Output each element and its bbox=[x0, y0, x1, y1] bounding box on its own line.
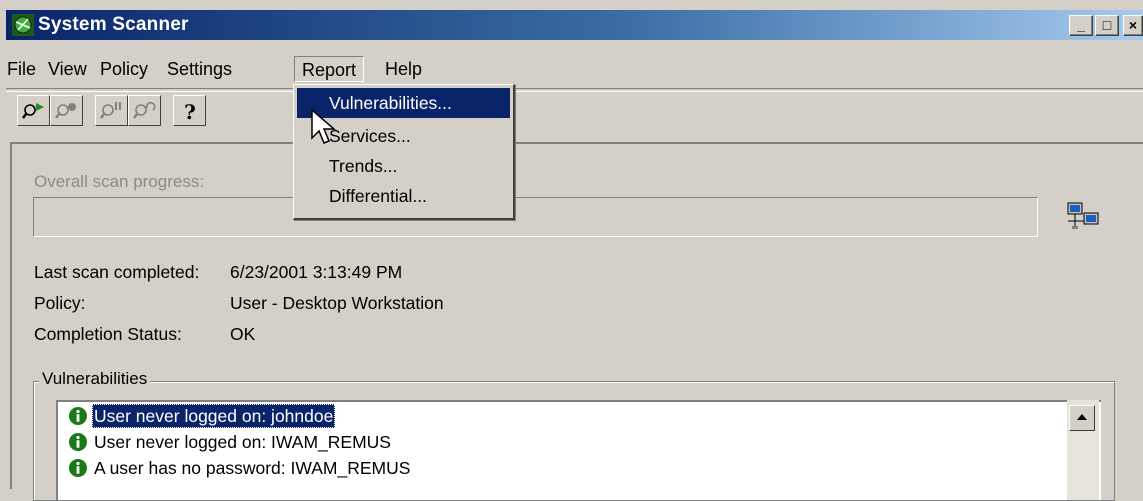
network-icon[interactable] bbox=[1066, 199, 1100, 233]
scan-stop-icon bbox=[55, 103, 76, 119]
pause-scan-button[interactable] bbox=[95, 95, 128, 126]
window-title: System Scanner bbox=[38, 14, 189, 35]
scan-progress-bar bbox=[33, 197, 1038, 237]
vulnerabilities-group-title: Vulnerabilities bbox=[39, 369, 151, 389]
list-item-text: A user has no password: IWAM_REMUS bbox=[94, 458, 411, 478]
scroll-up-button[interactable] bbox=[1069, 405, 1095, 431]
help-icon: ? bbox=[184, 100, 196, 122]
minimize-button[interactable]: _ bbox=[1069, 15, 1093, 36]
last-scan-value: 6/23/2001 3:13:49 PM bbox=[230, 262, 403, 282]
menu-settings[interactable]: Settings bbox=[160, 56, 239, 82]
info-icon bbox=[69, 433, 87, 451]
info-icon bbox=[69, 459, 87, 477]
completion-status-label: Completion Status: bbox=[34, 324, 182, 344]
refresh-scan-icon bbox=[133, 101, 156, 119]
pause-icon bbox=[100, 102, 121, 119]
scan-stop-button[interactable] bbox=[50, 95, 83, 126]
svg-text:?: ? bbox=[184, 100, 196, 122]
menu-file[interactable]: File bbox=[0, 56, 43, 82]
scan-start-button[interactable] bbox=[17, 95, 50, 126]
info-icon bbox=[69, 407, 87, 425]
list-item-text: User never logged on: IWAM_REMUS bbox=[94, 432, 391, 452]
main-window: System Scanner _ □ × File View Policy Se… bbox=[0, 0, 1143, 501]
completion-status-value: OK bbox=[230, 324, 256, 344]
mouse-pointer-icon bbox=[311, 108, 337, 144]
toolbar-separator bbox=[6, 88, 1143, 92]
report-menu-trends[interactable]: Trends... bbox=[297, 151, 510, 181]
app-icon bbox=[12, 14, 34, 36]
menu-bar: File View Policy Settings Report Help bbox=[0, 48, 1143, 88]
policy-label: Policy: bbox=[34, 293, 86, 313]
policy-value: User - Desktop Workstation bbox=[230, 293, 444, 313]
refresh-scan-button[interactable] bbox=[128, 95, 161, 126]
last-scan-label: Last scan completed: bbox=[34, 262, 200, 282]
title-bar[interactable]: System Scanner _ □ × bbox=[6, 10, 1143, 40]
vulnerabilities-list[interactable]: User never logged on: johndoe User never… bbox=[56, 400, 1101, 500]
menu-view[interactable]: View bbox=[41, 56, 94, 82]
maximize-button[interactable]: □ bbox=[1095, 15, 1119, 36]
scan-start-icon bbox=[22, 103, 44, 119]
progress-label: Overall scan progress: bbox=[34, 172, 205, 191]
menu-policy[interactable]: Policy bbox=[93, 56, 155, 82]
menu-report[interactable]: Report bbox=[294, 56, 365, 82]
list-item-text: User never logged on: johndoe bbox=[92, 404, 336, 428]
arrow-up-icon bbox=[1077, 414, 1087, 420]
close-button[interactable]: × bbox=[1123, 15, 1143, 36]
report-menu-dropdown: Vulnerabilities... Services... Trends...… bbox=[293, 84, 515, 220]
menu-help[interactable]: Help bbox=[378, 56, 429, 82]
report-menu-differential[interactable]: Differential... bbox=[297, 181, 510, 211]
help-button[interactable]: ? bbox=[173, 95, 206, 126]
